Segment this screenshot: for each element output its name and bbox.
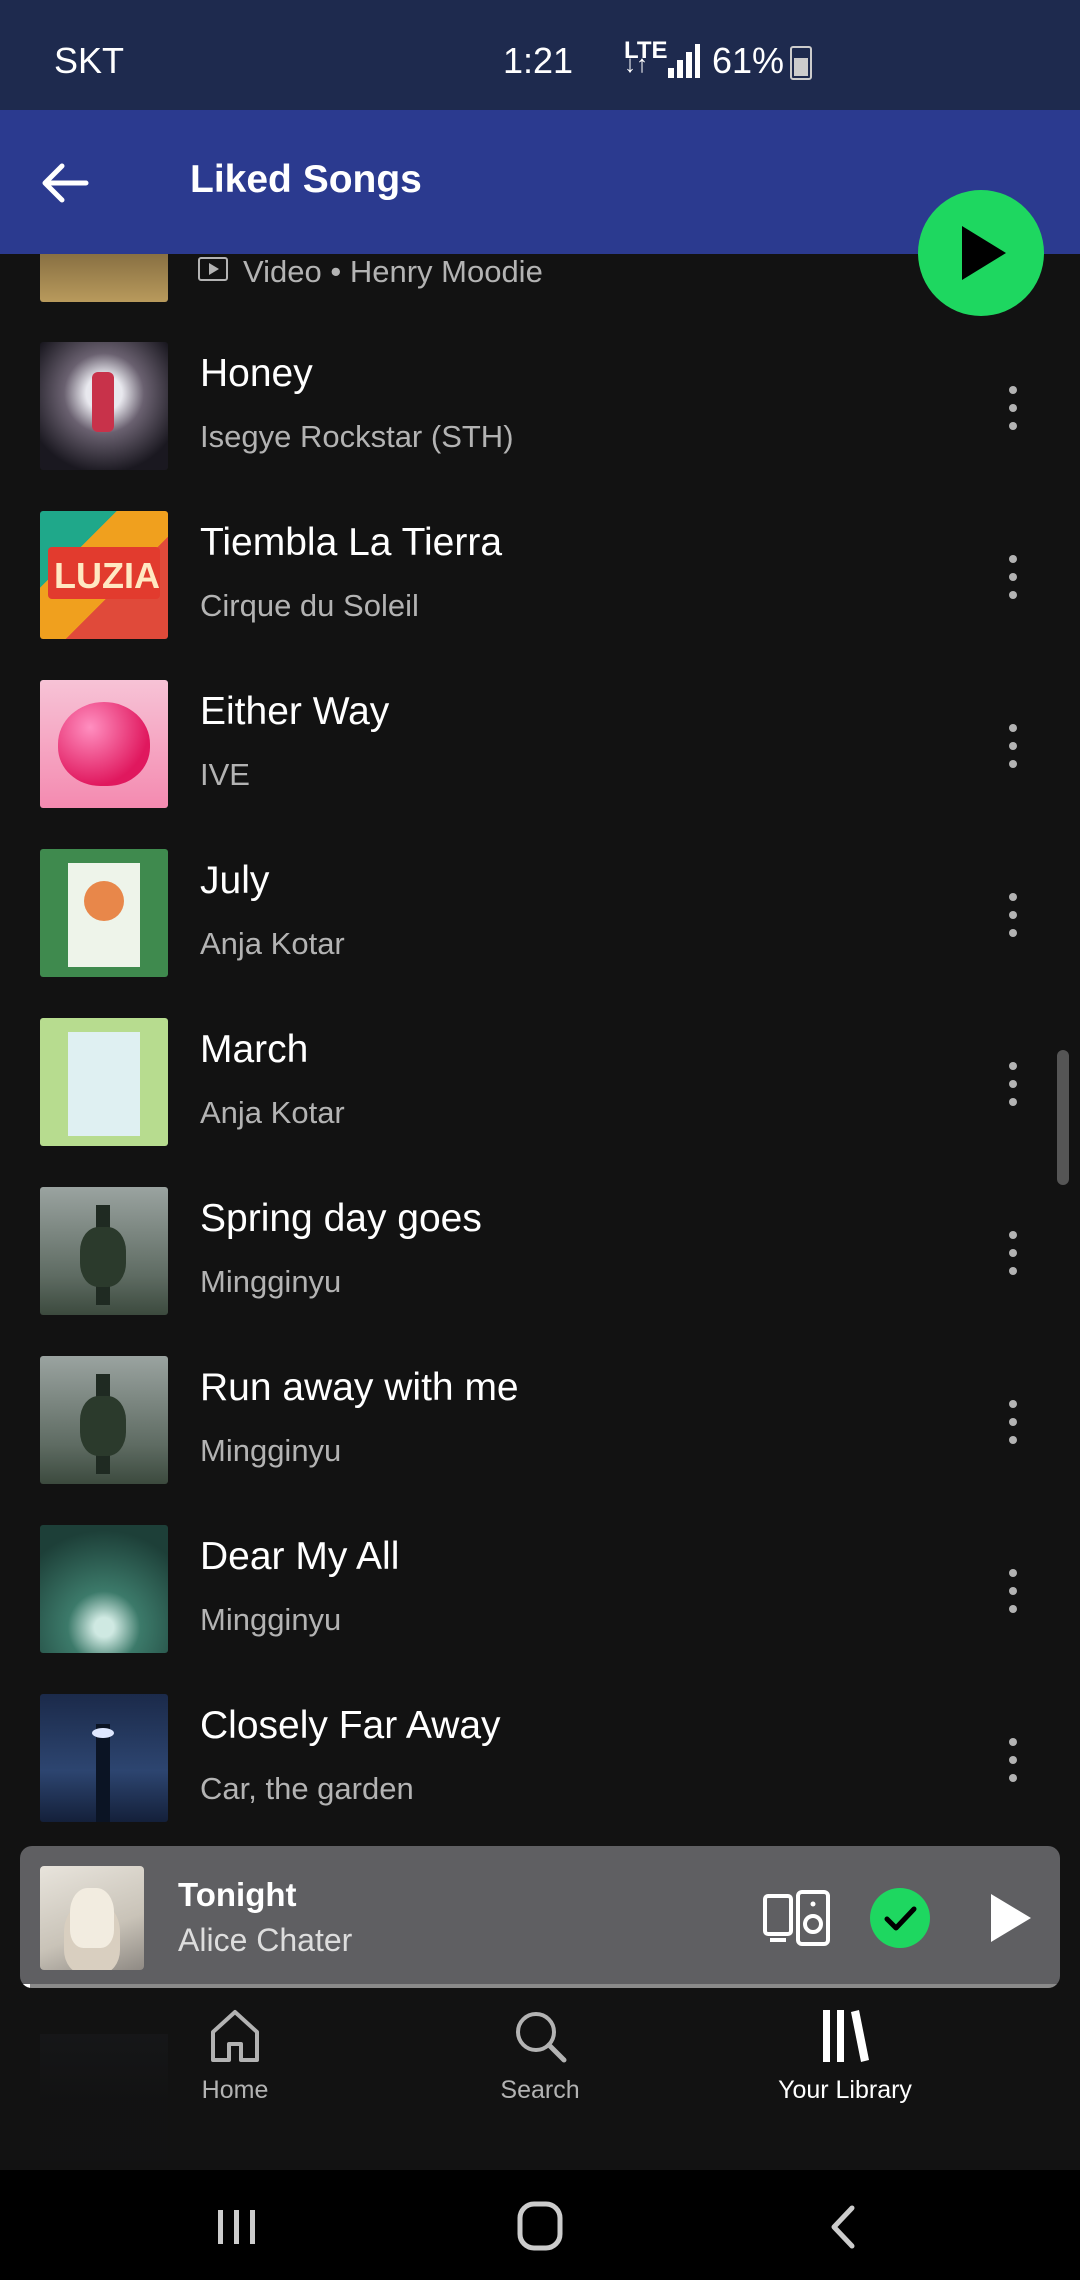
song-row[interactable]: Either Way IVE <box>0 640 1080 809</box>
scrollbar[interactable] <box>1057 1050 1069 1185</box>
song-row[interactable]: March Anja Kotar <box>0 978 1080 1147</box>
carrier-label: SKT <box>54 40 125 81</box>
chevron-left-icon <box>831 2205 855 2249</box>
more-vertical-icon[interactable] <box>996 718 1030 774</box>
song-title: July <box>200 859 270 902</box>
song-title: March <box>200 1028 309 1071</box>
clock: 1:21 <box>503 40 574 81</box>
system-nav-bar <box>0 2170 1080 2280</box>
library-icon <box>823 2010 869 2062</box>
song-artist: Mingginyu <box>200 1602 342 1637</box>
shuffle-play-button[interactable] <box>918 190 1044 316</box>
nav-search[interactable]: Search <box>440 2004 640 2144</box>
more-vertical-icon[interactable] <box>996 1225 1030 1281</box>
page-title: Liked Songs <box>190 158 422 201</box>
nav-home[interactable]: Home <box>135 2004 335 2144</box>
now-playing-title: Tonight <box>178 1876 297 1913</box>
song-row[interactable]: Spring day goes Mingginyu <box>0 1147 1080 1316</box>
recents-icon <box>218 2210 255 2244</box>
liked-check-icon[interactable] <box>870 1888 930 1948</box>
song-artist: Isegye Rockstar (STH) <box>200 419 514 454</box>
nav-library[interactable]: Your Library <box>745 2004 945 2144</box>
app-header: Liked Songs <box>0 110 1080 254</box>
nav-library-label: Your Library <box>778 2076 912 2104</box>
search-icon <box>516 2012 567 2063</box>
playback-progress <box>20 1984 1060 1988</box>
more-vertical-icon[interactable] <box>996 1056 1030 1112</box>
devices-icon[interactable] <box>762 1890 832 1946</box>
more-vertical-icon[interactable] <box>996 380 1030 436</box>
song-artist: IVE <box>200 757 250 792</box>
album-art <box>40 1187 168 1315</box>
song-artist: Anja Kotar <box>200 1095 345 1130</box>
home-circle-icon <box>517 2201 563 2251</box>
now-playing-art <box>40 1866 144 1970</box>
song-artist: Mingginyu <box>200 1433 342 1468</box>
more-vertical-icon[interactable] <box>996 1563 1030 1619</box>
album-art: LUZIA <box>40 511 168 639</box>
song-artist: Anja Kotar <box>200 926 345 961</box>
album-art-text: LUZIA <box>54 555 160 596</box>
song-title: Either Way <box>200 690 390 733</box>
album-art <box>40 1525 168 1653</box>
song-title: Run away with me <box>200 1366 519 1409</box>
album-art <box>40 680 168 808</box>
bottom-nav: Home Search Your Library <box>0 1990 1080 2170</box>
song-row[interactable]: LUZIA Tiembla La Tierra Cirque du Soleil <box>0 471 1080 640</box>
home-icon <box>211 2010 259 2062</box>
song-title: Tiembla La Tierra <box>200 521 503 564</box>
album-art <box>40 254 168 302</box>
song-title: Closely Far Away <box>200 1704 501 1747</box>
song-title: Honey <box>200 352 313 395</box>
song-title: Spring day goes <box>200 1197 482 1240</box>
lte-icon: LTE ↓↑ <box>624 37 668 78</box>
song-artist: Cirque du Soleil <box>200 588 419 623</box>
recents-button[interactable] <box>196 2192 276 2262</box>
now-playing-artist: Alice Chater <box>178 1922 353 1958</box>
song-list: Honey Isegye Rockstar (STH) LUZIA Tiembl… <box>0 302 1080 1850</box>
song-artist: Mingginyu <box>200 1264 342 1299</box>
song-row[interactable]: Closely Far Away Car, the garden <box>0 1654 1080 1823</box>
more-vertical-icon[interactable] <box>996 887 1030 943</box>
album-art <box>40 849 168 977</box>
album-art <box>40 1694 168 1822</box>
signal-icon <box>668 44 700 78</box>
nav-search-label: Search <box>500 2076 580 2104</box>
mini-player[interactable]: Tonight Alice Chater <box>20 1846 1060 1988</box>
song-title: Dear My All <box>200 1535 400 1578</box>
home-button[interactable] <box>500 2192 580 2262</box>
song-artist: Car, the garden <box>200 1771 414 1806</box>
status-bar: SKT 1:21 LTE ↓↑ 61% <box>0 0 1080 110</box>
more-vertical-icon[interactable] <box>996 1732 1030 1788</box>
song-row[interactable]: July Anja Kotar <box>0 809 1080 978</box>
video-icon <box>198 257 228 281</box>
back-nav-button[interactable] <box>804 2192 884 2262</box>
playback-progress-fill <box>20 1984 31 1988</box>
album-art <box>40 1356 168 1484</box>
battery-percent: 61% <box>712 40 785 81</box>
album-art <box>40 342 168 470</box>
album-art <box>40 1018 168 1146</box>
song-row[interactable]: Run away with me Mingginyu <box>0 1316 1080 1485</box>
battery-icon <box>790 46 812 80</box>
song-row[interactable]: Honey Isegye Rockstar (STH) <box>0 302 1080 471</box>
partial-subtitle: Video • Henry Moodie <box>243 254 543 289</box>
play-icon <box>962 226 1006 280</box>
more-vertical-icon[interactable] <box>996 1394 1030 1450</box>
arrow-left-icon <box>42 163 89 203</box>
play-icon[interactable] <box>985 1890 1035 1951</box>
nav-home-label: Home <box>201 2076 269 2104</box>
song-row[interactable]: Dear My All Mingginyu <box>0 1485 1080 1654</box>
more-vertical-icon[interactable] <box>996 549 1030 605</box>
back-button[interactable] <box>30 148 100 218</box>
